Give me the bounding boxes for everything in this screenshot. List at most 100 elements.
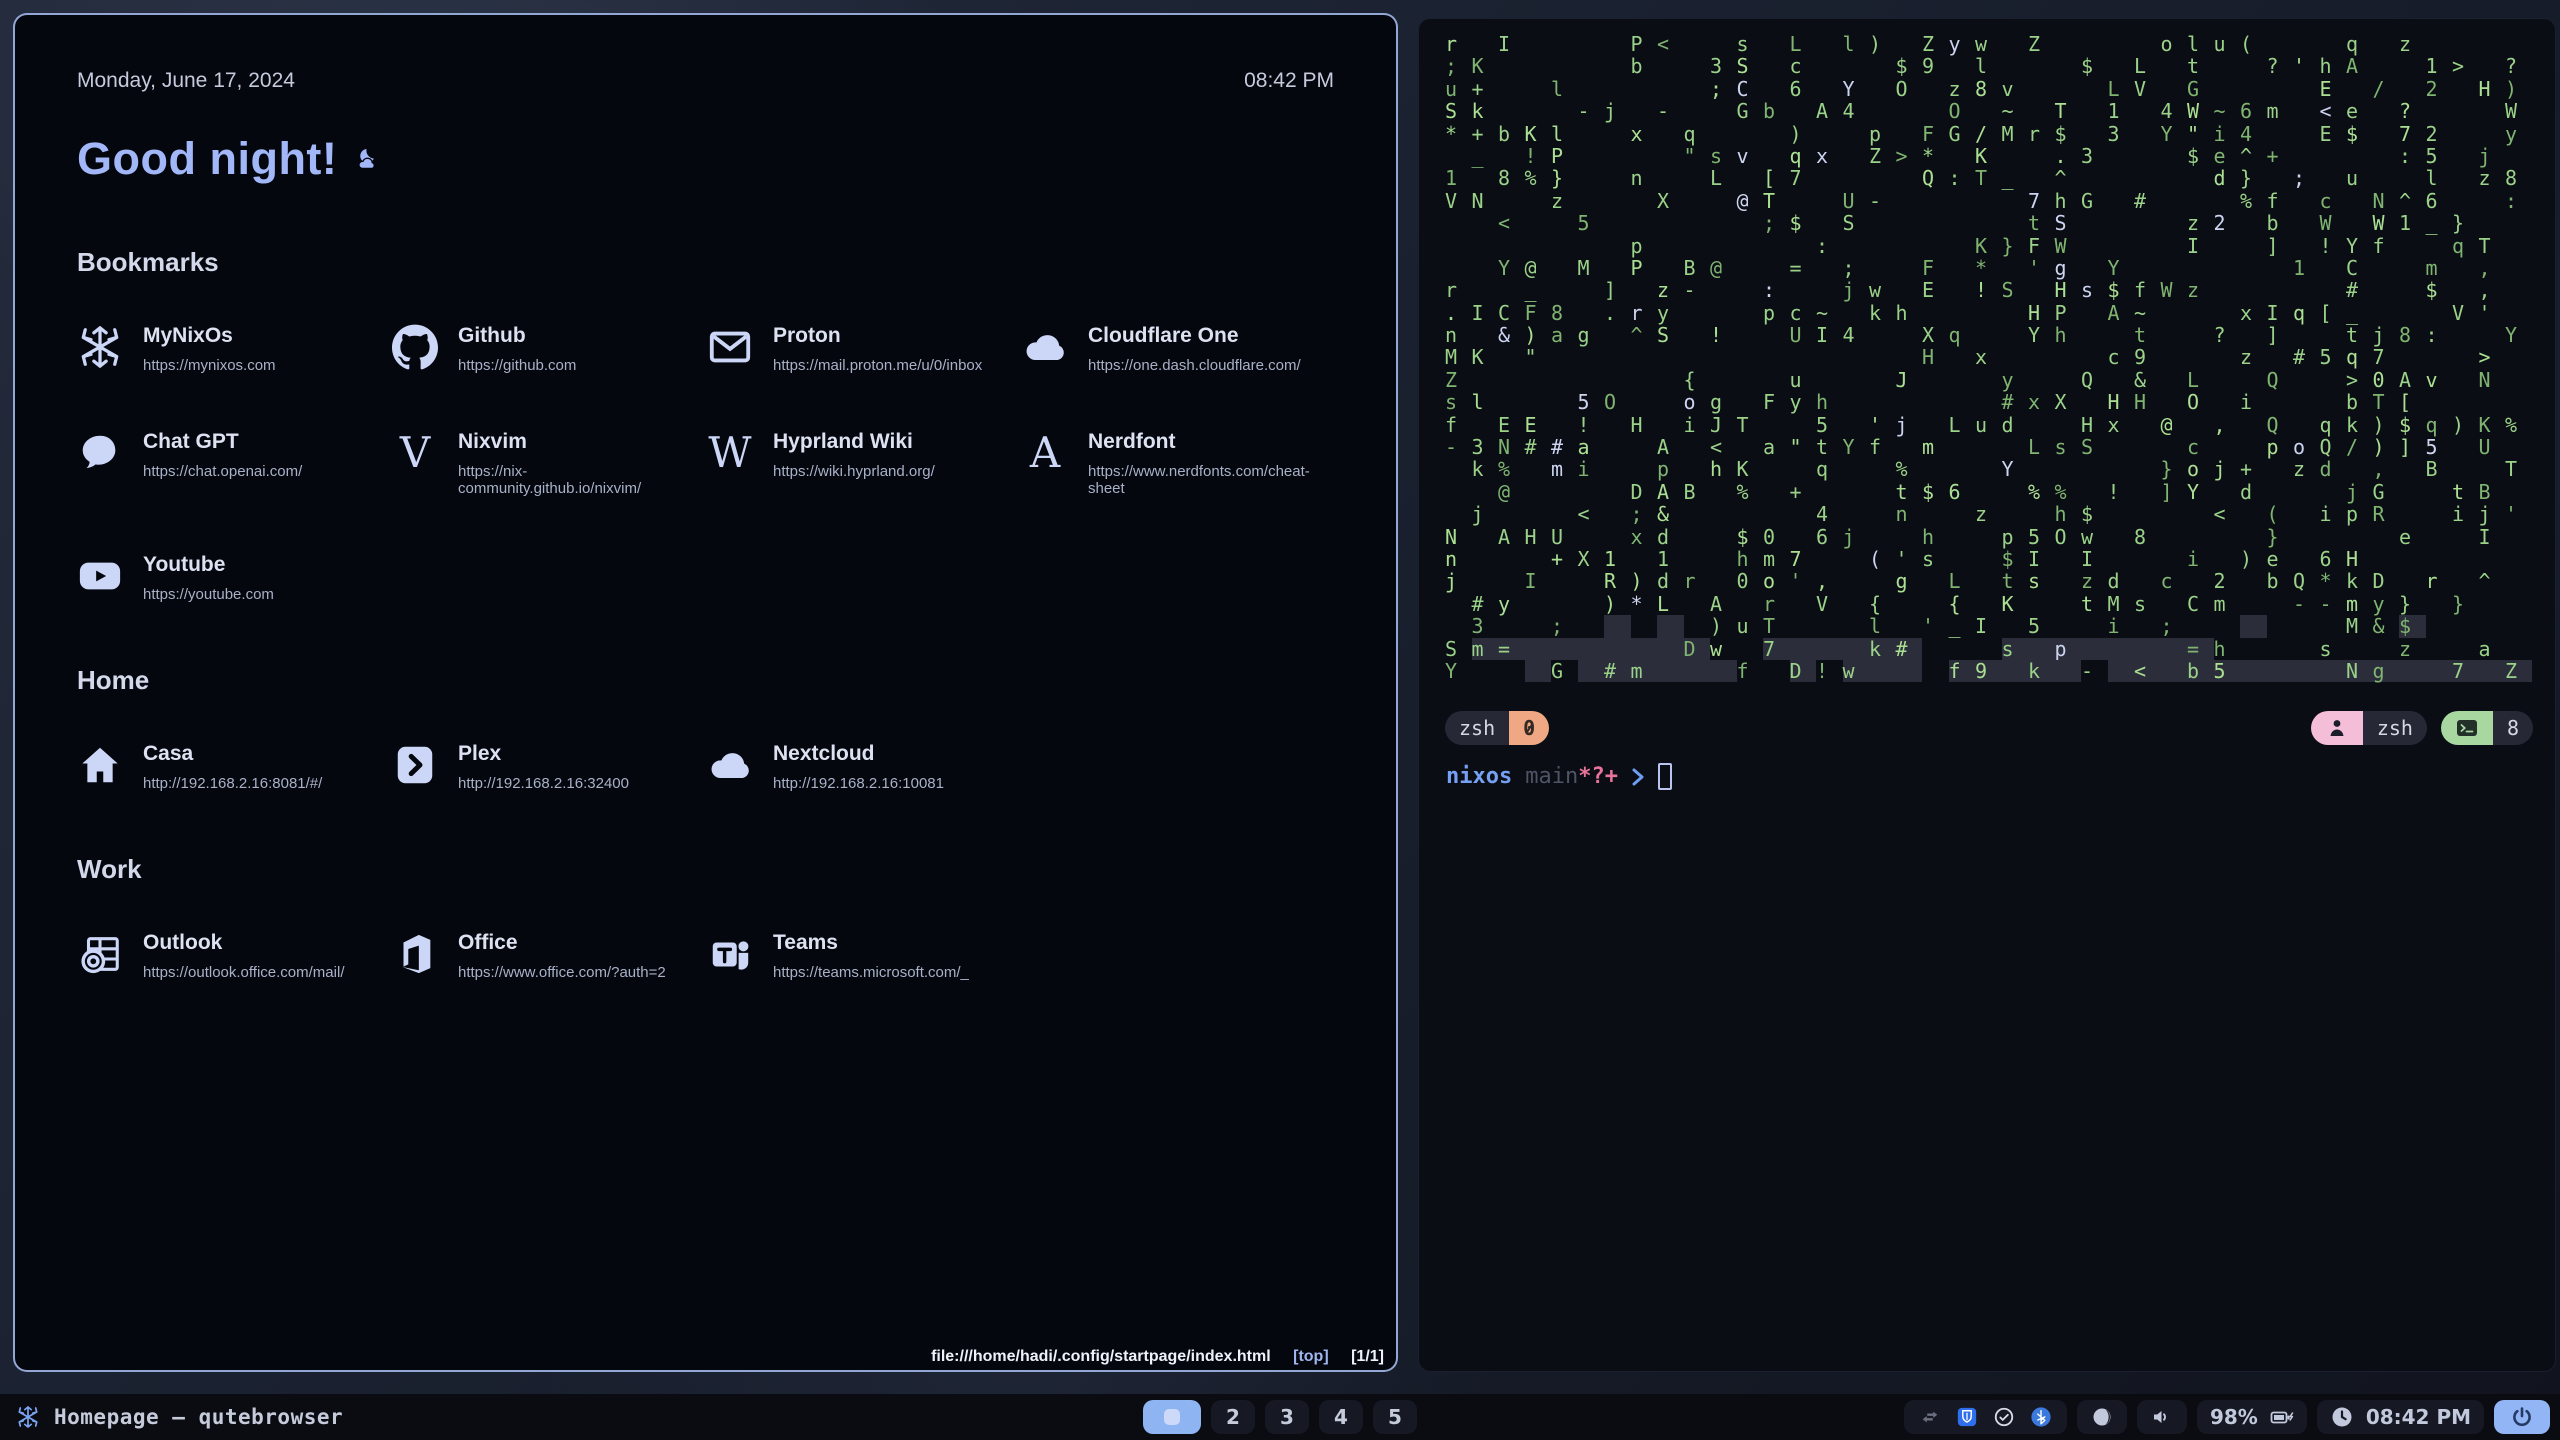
- matrix-row: .ICF8 .ry pc~ kh HP A~ xIq[_ V': [1445, 302, 2532, 324]
- section-home: Home Casahttp://192.168.2.16:8081/#/ Plex h…: [77, 665, 1334, 792]
- startpage-time: 08:42 PM: [1244, 69, 1334, 93]
- matrix-row: @ DAB % + t$6 %% ! ]Y d jG tB: [1445, 481, 2532, 503]
- zellij-status-bar: zsh 0 zsh 8: [1445, 711, 2533, 745]
- bookmark-url: https://www.nerdfonts.com/cheat-sheet: [1088, 463, 1337, 497]
- zellij-session-module: zsh: [2311, 711, 2427, 745]
- bookmark-item-chat-gpt[interactable]: Chat GPThttps://chat.openai.com/: [77, 430, 392, 497]
- clock-icon: [2330, 1405, 2354, 1429]
- bookmark-url: https://youtube.com: [143, 586, 274, 603]
- clock-time: 08:42 PM: [2366, 1405, 2471, 1429]
- bookmark-name: Hyprland Wiki: [773, 430, 935, 454]
- house-icon: [77, 742, 123, 788]
- bookmark-url: http://192.168.2.16:32400: [458, 775, 629, 792]
- bookmark-name: Cloudflare One: [1088, 324, 1301, 348]
- matrix-row: Z { u J y Q & L Q >0Av N: [1445, 369, 2532, 391]
- plex-chevron-icon: [392, 742, 438, 788]
- statusbar-tab-counter: [1/1]: [1351, 1348, 1384, 1365]
- workspace-2[interactable]: 2: [1211, 1400, 1255, 1434]
- moon-cloud-icon: [353, 147, 377, 171]
- night-light-module[interactable]: [2077, 1400, 2127, 1434]
- matrix-row: u+ l ;C 6 Y O z8v LV G E / 2 H): [1445, 78, 2532, 100]
- section-title: Home: [77, 665, 1334, 696]
- zellij-pane-count-module: 8: [2441, 711, 2533, 745]
- outlook-icon: [77, 931, 123, 977]
- bookmark-text: Youtube https://youtube.com: [143, 553, 274, 603]
- bookmark-url: https://teams.microsoft.com/_: [773, 964, 969, 981]
- bookmark-item-youtube[interactable]: Youtube https://youtube.com: [77, 553, 392, 603]
- matrix-row: Y@ M P B@ = ; F * 'g Y 1 C m ,: [1445, 257, 2532, 279]
- greeting-heading: Good night!: [77, 133, 1334, 185]
- workspace-3[interactable]: 3: [1265, 1400, 1309, 1434]
- bitwarden-shield-icon[interactable]: [1956, 1406, 1978, 1428]
- terminal-cursor[interactable]: [1658, 763, 1672, 790]
- bookmark-item-proton[interactable]: Protonhttps://mail.proton.me/u/0/inbox: [707, 324, 1022, 374]
- statusbar-scroll-position: [top]: [1293, 1348, 1329, 1365]
- startpage-header: Monday, June 17, 2024 08:42 PM: [77, 69, 1334, 93]
- prompt-git-branch: main: [1525, 764, 1578, 789]
- bookmark-name: Youtube: [143, 553, 274, 577]
- battery-module[interactable]: 98%: [2197, 1400, 2307, 1434]
- workspace-4[interactable]: 4: [1319, 1400, 1363, 1434]
- bluetooth-icon[interactable]: [2030, 1406, 2052, 1428]
- bookmark-item-outlook[interactable]: Outlookhttps://outlook.office.com/mail/: [77, 931, 392, 981]
- zellij-tab[interactable]: zsh 0: [1445, 711, 1549, 745]
- bookmark-item-github[interactable]: Github https://github.com: [392, 324, 707, 374]
- bookmark-name: Plex: [458, 742, 629, 766]
- matrix-row: ;K b 3S c $9 l $ L t ?'hA 1> ?: [1445, 55, 2532, 77]
- qutebrowser-statusbar: file:///home/hadi/.config/startpage/inde…: [931, 1348, 1384, 1366]
- bookmark-item-hyprland-wiki[interactable]: WHyprland Wikihttps://wiki.hyprland.org/: [707, 430, 1022, 497]
- check-circle-icon[interactable]: [1993, 1406, 2015, 1428]
- greeting-text: Good night!: [77, 133, 337, 185]
- bookmark-text: Protonhttps://mail.proton.me/u/0/inbox: [773, 324, 982, 374]
- bookmark-item-teams[interactable]: Teamshttps://teams.microsoft.com/_: [707, 931, 1022, 981]
- section-work: WorkOutlookhttps://outlook.office.com/ma…: [77, 854, 1334, 981]
- bookmark-url: https://github.com: [458, 357, 576, 374]
- matrix-row: j I R)dr 0o', g L ts zd c 2 bQ*kD r ^: [1445, 570, 2532, 592]
- zellij-session-label: zsh: [2363, 711, 2427, 745]
- matrix-rain: r I P< s L l) Zyw Z olu( q z ;K b 3S c $…: [1445, 33, 2532, 682]
- bookmark-url: https://outlook.office.com/mail/: [143, 964, 344, 981]
- bookmark-item-office[interactable]: Officehttps://www.office.com/?auth=2: [392, 931, 707, 981]
- zellij-pane-count: 8: [2493, 711, 2533, 745]
- workspace-5[interactable]: 5: [1373, 1400, 1417, 1434]
- teams-icon: [707, 931, 753, 977]
- section-items: Casahttp://192.168.2.16:8081/#/ Plex http:…: [77, 742, 1334, 792]
- bookmark-text: Hyprland Wikihttps://wiki.hyprland.org/: [773, 430, 935, 480]
- matrix-row: VN z X @T U- 7hG # %f c N^6 :: [1445, 190, 2532, 212]
- workspace-1[interactable]: [1143, 1400, 1201, 1434]
- matrix-row: < 5 ;$ S tS z2 b W W1_}: [1445, 212, 2532, 234]
- matrix-row: 3 ; )uT l '_I 5 i ; M&$: [1445, 615, 2532, 637]
- power-button[interactable]: [2494, 1400, 2550, 1434]
- mail-icon: [707, 324, 753, 370]
- zellij-tab-index: 0: [1509, 711, 1549, 745]
- matrix-row: Sm= Dw 7 k# s p =h s z a: [1445, 638, 2532, 660]
- bookmark-name: Github: [458, 324, 576, 348]
- volume-module[interactable]: [2137, 1400, 2187, 1434]
- clock-module[interactable]: 08:42 PM: [2317, 1400, 2484, 1434]
- section-title: Bookmarks: [77, 247, 1334, 278]
- bookmark-item-nerdfont[interactable]: ANerdfonthttps://www.nerdfonts.com/cheat…: [1022, 430, 1337, 497]
- system-tray: [1904, 1400, 2067, 1434]
- bookmark-text: Casahttp://192.168.2.16:8081/#/: [143, 742, 322, 792]
- bookmark-text: Nerdfonthttps://www.nerdfonts.com/cheat-…: [1088, 430, 1337, 497]
- bookmark-item-plex[interactable]: Plex http://192.168.2.16:32400: [392, 742, 707, 792]
- bookmark-item-nextcloud[interactable]: Nextcloudhttp://192.168.2.16:10081: [707, 742, 1022, 792]
- matrix-row: n +X1 1 hm7 ('s $I I i )e 6H: [1445, 548, 2532, 570]
- bookmark-name: MyNixOs: [143, 324, 276, 348]
- bookmark-sections: Bookmarks MyNixOshttps://mynixos.com Githu…: [77, 247, 1334, 981]
- sync-arrows-icon[interactable]: [1919, 1406, 1941, 1428]
- matrix-row: *+bKl x q ) p FG/Mr$ 3 Y"i4 E$ 72 y: [1445, 123, 2532, 145]
- bookmark-text: MyNixOshttps://mynixos.com: [143, 324, 276, 374]
- letter-v-icon: V: [392, 430, 438, 476]
- bookmark-item-mynixos[interactable]: MyNixOshttps://mynixos.com: [77, 324, 392, 374]
- battery-charging-icon: [2270, 1405, 2294, 1429]
- bookmark-item-nixvim[interactable]: VNixvimhttps://nix-community.github.io/n…: [392, 430, 707, 497]
- bookmark-text: Nextcloudhttp://192.168.2.16:10081: [773, 742, 944, 792]
- waybar-right-modules: 98% 08:42 PM: [1904, 1400, 2550, 1434]
- terminal-window: r I P< s L l) Zyw Z olu( q z ;K b 3S c $…: [1418, 18, 2556, 1372]
- bookmark-url: http://192.168.2.16:10081: [773, 775, 944, 792]
- matrix-row: n &)ag ^S ! UI4 Xq Yh t ? ] tj8: Y: [1445, 324, 2532, 346]
- qutebrowser-window: Monday, June 17, 2024 08:42 PM Good nigh…: [13, 13, 1398, 1372]
- bookmark-item-casa[interactable]: Casahttp://192.168.2.16:8081/#/: [77, 742, 392, 792]
- bookmark-item-cloudflare-one[interactable]: Cloudflare Onehttps://one.dash.cloudflar…: [1022, 324, 1337, 374]
